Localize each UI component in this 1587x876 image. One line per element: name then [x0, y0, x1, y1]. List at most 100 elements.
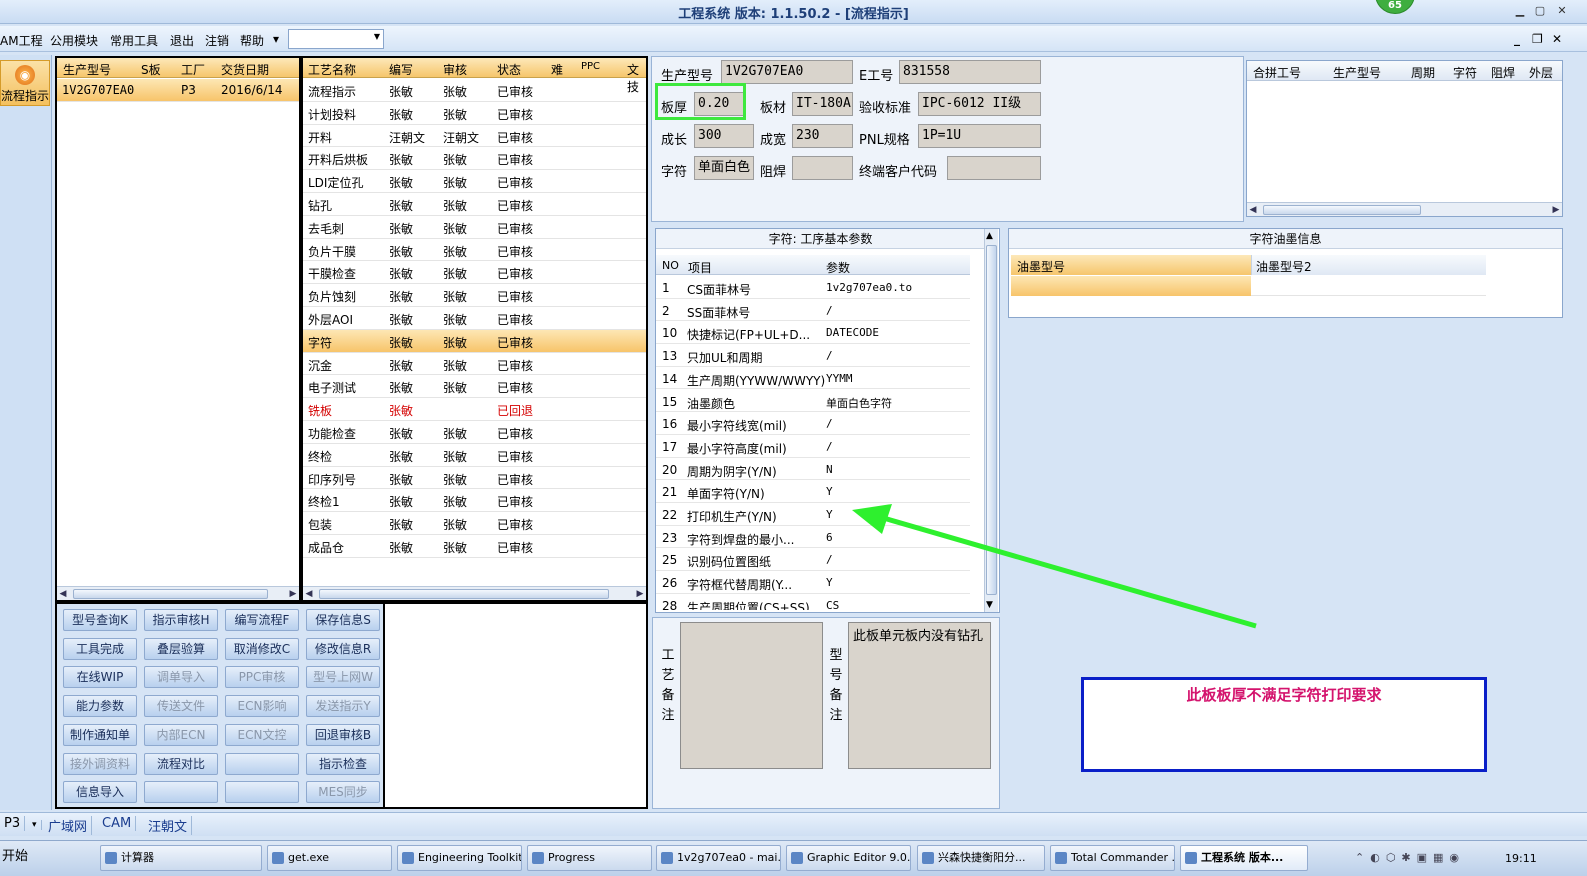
width-field[interactable]: 230 — [792, 124, 853, 148]
action-button[interactable]: ECN影响 — [225, 695, 299, 718]
action-button[interactable]: 工具完成 — [63, 637, 137, 660]
scroll-right-icon[interactable]: ▶ — [1550, 203, 1562, 217]
param-row[interactable]: 1 CS面菲林号 1v2g707ea0.to — [656, 276, 970, 299]
table-row[interactable]: LDI定位孔 张敏 张敏 已审核 — [303, 170, 646, 193]
action-button[interactable]: 在线WIP — [63, 666, 137, 689]
taskbar-item[interactable]: 1v2g707ea0 - mai... — [656, 845, 781, 871]
param-row[interactable]: 14 生产周期(YYWW/WWYY) YYMM — [656, 367, 970, 390]
action-button[interactable]: 流程对比 — [144, 752, 218, 775]
action-button[interactable]: 能力参数 — [63, 695, 137, 718]
col-merge-char[interactable]: 字符 — [1453, 64, 1477, 81]
action-button[interactable] — [225, 752, 299, 775]
mdi-restore-icon[interactable]: ❐ — [1532, 32, 1543, 46]
char-field[interactable]: 单面白色 — [694, 156, 754, 180]
menu-public[interactable]: 公用模块 — [50, 32, 98, 49]
table-row[interactable]: 干膜检查 张敏 张敏 已审核 — [303, 261, 646, 285]
action-button[interactable]: 型号查询K — [63, 609, 137, 631]
status-dropdown-icon[interactable]: ▾ — [28, 820, 42, 830]
standard-field[interactable]: IPC-6012 II级 — [918, 92, 1041, 116]
menu-overflow-icon[interactable]: ▾ — [273, 32, 279, 46]
col-sboard[interactable]: S板 — [141, 61, 161, 78]
action-button[interactable]: 编写流程F — [225, 609, 299, 631]
col-item[interactable]: 项目 — [688, 259, 712, 276]
action-button[interactable]: 制作通知单 — [63, 723, 137, 746]
taskbar-item[interactable]: Graphic Editor 9.0... — [786, 845, 911, 871]
action-button[interactable]: 修改信息R — [306, 637, 380, 660]
mdi-close-icon[interactable]: ✕ — [1552, 32, 1562, 46]
scroll-thumb[interactable] — [73, 589, 268, 599]
ink-row-cell[interactable] — [1251, 276, 1486, 296]
taskbar-item[interactable]: Total Commander ... — [1050, 845, 1175, 871]
table-row[interactable]: 去毛刺 张敏 张敏 已审核 — [303, 216, 646, 239]
table-row[interactable]: 负片蚀刻 张敏 张敏 已审核 — [303, 284, 646, 307]
customer-code-field[interactable] — [947, 156, 1041, 180]
param-row[interactable]: 15 油墨颜色 单面白色字符 — [656, 390, 970, 413]
length-field[interactable]: 300 — [694, 124, 754, 148]
col-no[interactable]: NO — [662, 259, 679, 272]
menu-cam[interactable]: AM工程 — [0, 32, 43, 49]
status-factory[interactable]: P3 — [0, 816, 26, 831]
scroll-right-icon[interactable]: ▶ — [287, 587, 299, 601]
table-row[interactable]: 流程指示 张敏 张敏 已审核 — [303, 79, 646, 102]
taskbar-item[interactable]: 工程系统 版本... — [1180, 845, 1308, 871]
param-row[interactable]: 2 SS面菲林号 / — [656, 299, 970, 322]
taskbar-item[interactable]: get.exe — [267, 845, 392, 871]
col-merge-mask[interactable]: 阻焊 — [1491, 64, 1515, 81]
model-remark-field[interactable]: 此板单元板内没有钻孔 — [848, 622, 991, 769]
col-merge-outer[interactable]: 外层 — [1529, 64, 1553, 81]
toolbar-combo[interactable]: ▼ — [288, 29, 384, 49]
material-field[interactable]: IT-180A — [792, 92, 853, 116]
ink-row[interactable] — [1011, 276, 1251, 296]
process-hscroll[interactable]: ◀ ▶ — [303, 586, 646, 600]
action-button[interactable]: 接外调资料 — [63, 752, 137, 775]
taskbar-item[interactable]: Engineering Toolkit... — [397, 845, 522, 871]
taskbar-item[interactable]: 计算器 — [100, 845, 262, 871]
table-row[interactable]: 计划投料 张敏 张敏 已审核 — [303, 102, 646, 125]
scroll-left-icon[interactable]: ◀ — [303, 587, 315, 601]
menu-tools[interactable]: 常用工具 — [110, 32, 158, 49]
table-row[interactable]: 终检1 张敏 张敏 已审核 — [303, 489, 646, 513]
scroll-thumb[interactable] — [319, 589, 609, 599]
col-writer[interactable]: 编写 — [389, 61, 413, 78]
start-button[interactable]: 开始 — [0, 845, 40, 871]
mask-field[interactable] — [792, 156, 853, 180]
action-button[interactable] — [225, 781, 299, 804]
tray-icons[interactable]: ⌃◐⬡✱▣▦◉ — [1355, 851, 1465, 864]
merge-hscroll[interactable]: ◀ ▶ — [1247, 202, 1562, 216]
scroll-thumb[interactable] — [1263, 205, 1421, 215]
e-no-field[interactable]: 831558 — [899, 60, 1041, 84]
process-remark-field[interactable] — [680, 622, 823, 769]
order-row[interactable]: 1V2G707EA0 P3 2016/6/14 — [57, 79, 299, 102]
pnl-field[interactable]: 1P=1U — [918, 124, 1041, 148]
param-row[interactable]: 13 只加UL和周期 / — [656, 344, 970, 367]
taskbar-item[interactable]: 兴森快捷衡阳分... — [917, 845, 1045, 871]
param-row[interactable]: 17 最小字符高度(mil) / — [656, 435, 970, 458]
nav-process-guide[interactable]: ◉ 流程指示 — [0, 60, 50, 106]
table-row[interactable]: 功能检查 张敏 张敏 已审核 — [303, 421, 646, 444]
table-row[interactable]: 包装 张敏 张敏 已审核 — [303, 512, 646, 535]
scroll-left-icon[interactable]: ◀ — [1247, 203, 1259, 217]
scroll-right-icon[interactable]: ▶ — [634, 587, 646, 601]
col-merge-period[interactable]: 周期 — [1411, 64, 1435, 81]
table-row[interactable]: 开料 汪朝文 汪朝文 已审核 — [303, 125, 646, 148]
action-button[interactable]: ECN文控 — [225, 723, 299, 746]
action-button[interactable]: 取消修改C — [225, 637, 299, 660]
table-row[interactable]: 成品仓 张敏 张敏 已审核 — [303, 535, 646, 558]
menu-logout[interactable]: 注销 — [205, 32, 229, 49]
clock[interactable]: 19:11 — [1505, 852, 1537, 865]
table-row[interactable]: 印序列号 张敏 张敏 已审核 — [303, 467, 646, 490]
col-date[interactable]: 交货日期 — [221, 61, 269, 78]
taskbar-item[interactable]: Progress — [527, 845, 652, 871]
param-row[interactable]: 10 快捷标记(FP+UL+D... DATECODE — [656, 321, 970, 345]
action-button[interactable]: 传送文件 — [144, 695, 218, 718]
table-row[interactable]: 沉金 张敏 张敏 已审核 — [303, 353, 646, 376]
table-row[interactable]: 钻孔 张敏 张敏 已审核 — [303, 193, 646, 216]
col-value[interactable]: 参数 — [826, 259, 850, 276]
model-field[interactable]: 1V2G707EA0 — [721, 60, 853, 84]
col-merge-no[interactable]: 合拼工号 — [1253, 64, 1301, 81]
col-ink-model2[interactable]: 油墨型号2 — [1251, 255, 1486, 275]
table-row[interactable]: 开料后烘板 张敏 张敏 已审核 — [303, 147, 646, 171]
order-hscroll[interactable]: ◀ ▶ — [57, 586, 299, 600]
col-difficulty[interactable]: 难 — [551, 61, 563, 78]
action-button[interactable]: 调单导入 — [144, 666, 218, 689]
